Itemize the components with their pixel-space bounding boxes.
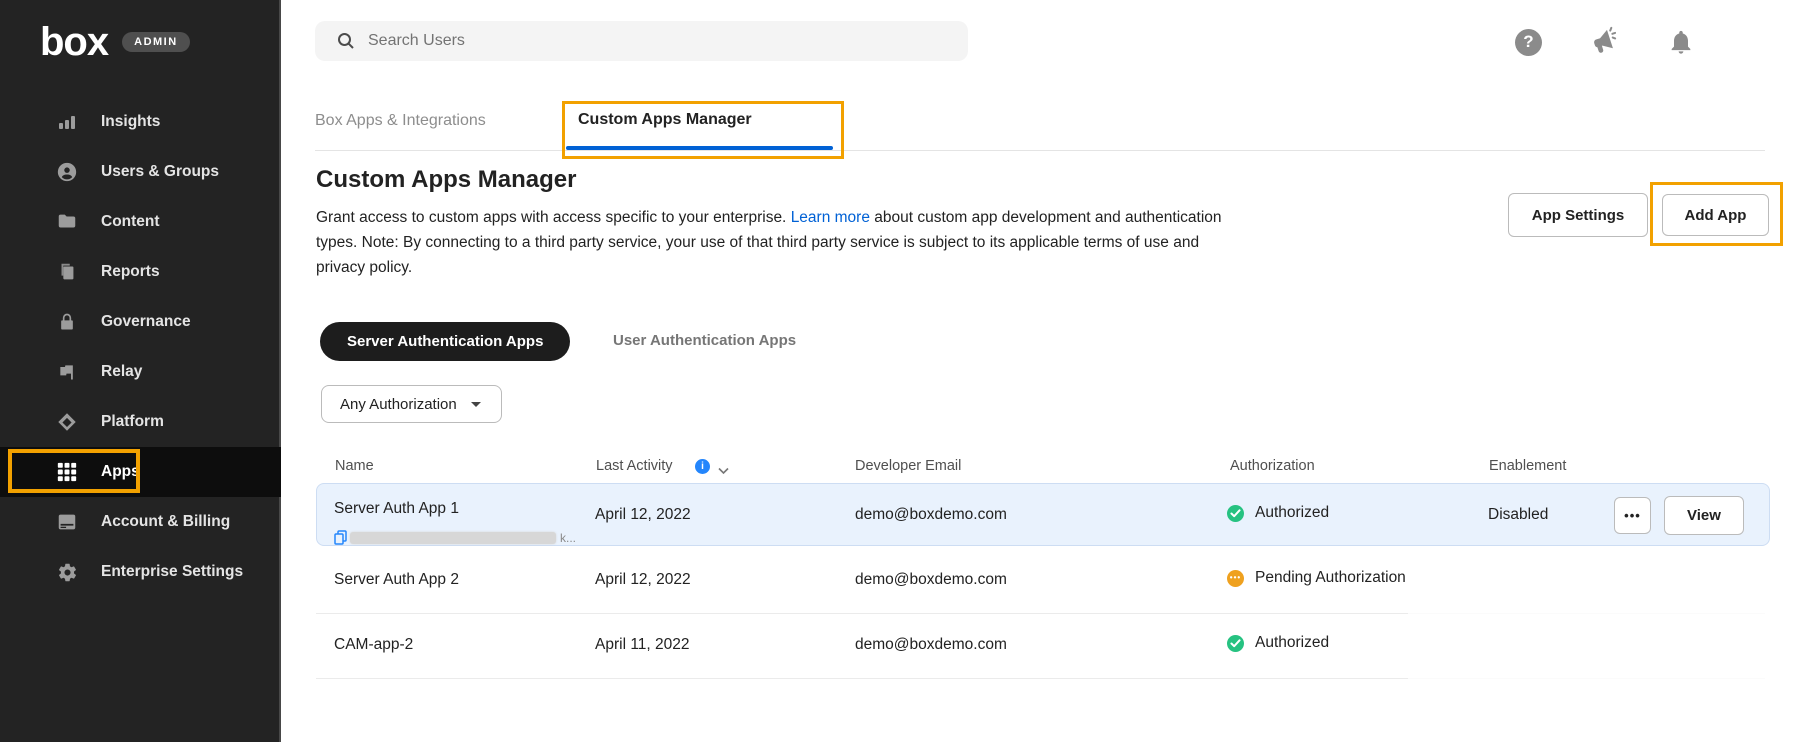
authorization-label: Authorized [1255, 504, 1329, 522]
admin-badge: ADMIN [122, 32, 190, 52]
box-admin-console: box ADMIN Insights Users & Groups C [0, 0, 1800, 742]
tabs-divider [315, 150, 1765, 151]
gear-icon [55, 560, 79, 584]
diamond-icon [55, 410, 79, 434]
sidebar-item-account-billing[interactable]: Account & Billing [0, 497, 281, 547]
column-header-name[interactable]: Name [335, 458, 374, 474]
app-settings-button[interactable]: App Settings [1508, 193, 1648, 237]
segment-server-auth-apps[interactable]: Server Authentication Apps [320, 322, 570, 361]
lock-icon [55, 310, 79, 334]
tab-box-apps-integrations[interactable]: Box Apps & Integrations [315, 112, 486, 130]
sidebar-item-insights[interactable]: Insights [0, 97, 281, 147]
page-title: Custom Apps Manager [316, 166, 576, 194]
sidebar-item-users-groups[interactable]: Users & Groups [0, 147, 281, 197]
active-tab-underline [566, 146, 833, 150]
add-app-button[interactable]: Add App [1662, 194, 1769, 236]
credit-card-icon [55, 510, 79, 534]
authorization-status: Authorized [1227, 504, 1329, 522]
info-icon[interactable]: i [695, 459, 710, 474]
description-line-3: privacy policy. [316, 255, 1222, 280]
developer-email-value: demo@boxdemo.com [855, 506, 1007, 524]
app-name: Server Auth App 1 [334, 500, 459, 518]
sidebar-item-relay[interactable]: Relay [0, 347, 281, 397]
bar-chart-icon [55, 110, 79, 134]
sidebar-item-label: Apps [101, 463, 140, 481]
help-icon[interactable]: ? [1515, 29, 1542, 56]
last-activity-value: April 12, 2022 [595, 571, 691, 589]
authorization-label: Pending Authorization [1255, 569, 1406, 587]
sidebar-item-label: Users & Groups [101, 163, 219, 181]
logo-row: box ADMIN [40, 20, 190, 64]
folder-icon [55, 210, 79, 234]
enablement-value: Disabled [1488, 506, 1548, 524]
column-header-developer-email[interactable]: Developer Email [855, 458, 961, 474]
authorization-status: ••• Pending Authorization [1227, 569, 1408, 587]
sidebar-item-label: Platform [101, 413, 164, 431]
topbar-icons: ? [1515, 26, 1695, 58]
authorization-label: Authorized [1255, 634, 1329, 652]
column-header-authorization[interactable]: Authorization [1230, 458, 1315, 474]
authorization-status: Authorized [1227, 634, 1329, 652]
sort-chevron-icon[interactable] [718, 462, 729, 480]
column-header-enablement[interactable]: Enablement [1489, 458, 1566, 474]
more-actions-button[interactable]: ••• [1614, 497, 1651, 534]
sidebar-item-governance[interactable]: Governance [0, 297, 281, 347]
authorized-check-icon [1227, 505, 1244, 522]
page-description: Grant access to custom apps with access … [316, 205, 1222, 280]
flag-icon [55, 360, 79, 384]
view-button[interactable]: View [1664, 496, 1744, 535]
sidebar-item-content[interactable]: Content [0, 197, 281, 247]
last-activity-value: April 11, 2022 [595, 636, 690, 654]
tab-custom-apps-manager[interactable]: Custom Apps Manager [578, 111, 752, 129]
segment-user-auth-apps[interactable]: User Authentication Apps [613, 332, 796, 349]
sidebar-item-label: Governance [101, 313, 191, 331]
sidebar-item-label: Account & Billing [101, 513, 230, 531]
sidebar-item-platform[interactable]: Platform [0, 397, 281, 447]
description-text: about custom app development and authent… [870, 209, 1222, 226]
description-line-2: types. Note: By connecting to a third pa… [316, 230, 1222, 255]
app-name[interactable]: CAM-app-2 [334, 636, 413, 654]
sidebar: box ADMIN Insights Users & Groups C [0, 0, 281, 742]
search-input[interactable] [368, 32, 928, 50]
sidebar-item-label: Reports [101, 263, 160, 281]
sidebar-item-reports[interactable]: Reports [0, 247, 281, 297]
description-line-1: Grant access to custom apps with access … [316, 205, 1222, 230]
sidebar-item-label: Content [101, 213, 160, 231]
search-bar [315, 21, 968, 61]
sidebar-item-label: Insights [101, 113, 160, 131]
sidebar-nav: Insights Users & Groups Content Reports [0, 97, 281, 597]
documents-icon [55, 260, 79, 284]
grid-icon [55, 460, 79, 484]
client-id-tail: k... [560, 531, 576, 545]
box-logo: box [40, 20, 108, 64]
sidebar-item-label: Enterprise Settings [101, 563, 243, 581]
column-header-last-activity[interactable]: Last Activity [596, 458, 673, 474]
copy-icon[interactable] [334, 530, 347, 545]
user-circle-icon [55, 160, 79, 184]
sidebar-item-enterprise-settings[interactable]: Enterprise Settings [0, 547, 281, 597]
redacted-client-id [350, 532, 556, 544]
dropdown-value: Any Authorization [340, 396, 457, 413]
search-icon [336, 31, 356, 51]
megaphone-icon[interactable] [1586, 23, 1624, 61]
sidebar-item-label: Relay [101, 363, 142, 381]
sidebar-item-apps[interactable]: Apps [0, 447, 281, 497]
authorized-check-icon [1227, 635, 1244, 652]
last-activity-value: April 12, 2022 [595, 506, 691, 524]
pending-ellipsis-icon: ••• [1227, 570, 1244, 587]
authorization-filter-dropdown[interactable]: Any Authorization [321, 385, 502, 423]
developer-email-value: demo@boxdemo.com [855, 571, 1007, 589]
app-name[interactable]: Server Auth App 2 [334, 571, 459, 589]
bell-icon[interactable] [1667, 28, 1695, 56]
description-text: Grant access to custom apps with access … [316, 209, 791, 226]
chevron-down-icon [471, 402, 481, 407]
learn-more-link[interactable]: Learn more [791, 209, 870, 226]
white-overlay-patch [1408, 547, 1800, 742]
developer-email-value: demo@boxdemo.com [855, 636, 1007, 654]
